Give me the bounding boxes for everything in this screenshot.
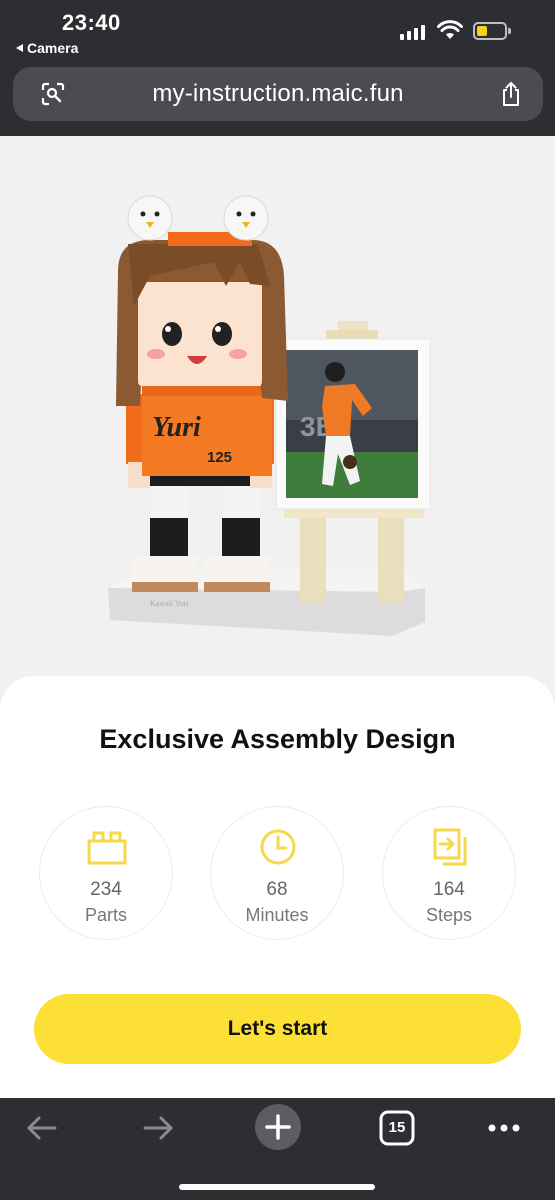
base-engraving: Kawaii Yuri [150,599,189,608]
more-menu-icon[interactable] [482,1106,526,1150]
shirt-lettering: Yuri [152,412,201,443]
battery-icon [473,22,511,40]
url-text[interactable]: my-instruction.maic.fun [13,80,543,108]
back-to-app-link[interactable]: Camera [16,40,78,56]
home-indicator[interactable] [179,1184,375,1190]
minutes-count: 68 [266,879,288,900]
steps-count: 164 [433,879,465,900]
card-title: Exclusive Assembly Design [99,724,456,754]
wifi-icon [437,20,463,39]
minutes-label: Minutes [245,905,309,925]
page-content: Kawaii Yuri 3B Yuri 125 Exclusive Assemb… [0,136,555,1098]
tabs-button[interactable]: 15 [375,1106,419,1150]
back-triangle-icon [16,44,23,52]
shirt-number: 125 [207,449,232,466]
stat-steps: 164 Steps [382,806,516,940]
parts-count: 234 [90,879,122,900]
cellular-signal-icon [400,24,425,40]
product-figure-image: Kawaii Yuri 3B Yuri 125 [108,195,431,636]
new-tab-plus-icon[interactable] [254,1103,302,1151]
clock-icon [260,829,296,865]
parts-label: Parts [84,905,127,925]
address-bar[interactable]: my-instruction.maic.fun [13,67,543,121]
back-app-label: Camera [27,40,79,56]
status-bar: 23:40 Camera [0,0,555,62]
steps-label: Steps [425,905,473,925]
status-time: 23:40 [62,10,121,35]
lets-start-button[interactable]: Let's start [34,994,521,1064]
stat-minutes: 68 Minutes [210,806,344,940]
brick-icon [87,831,127,865]
browser-toolbar: 15 [0,1098,555,1200]
share-icon[interactable] [499,80,523,108]
stat-parts: 234 Parts [39,806,173,940]
steps-icon [433,828,467,866]
assembly-info-card: Exclusive Assembly Design 234 Parts 68 M… [0,676,555,1098]
forward-arrow-icon[interactable] [137,1106,181,1150]
tab-count: 15 [388,1119,406,1136]
back-arrow-icon[interactable] [19,1106,63,1150]
